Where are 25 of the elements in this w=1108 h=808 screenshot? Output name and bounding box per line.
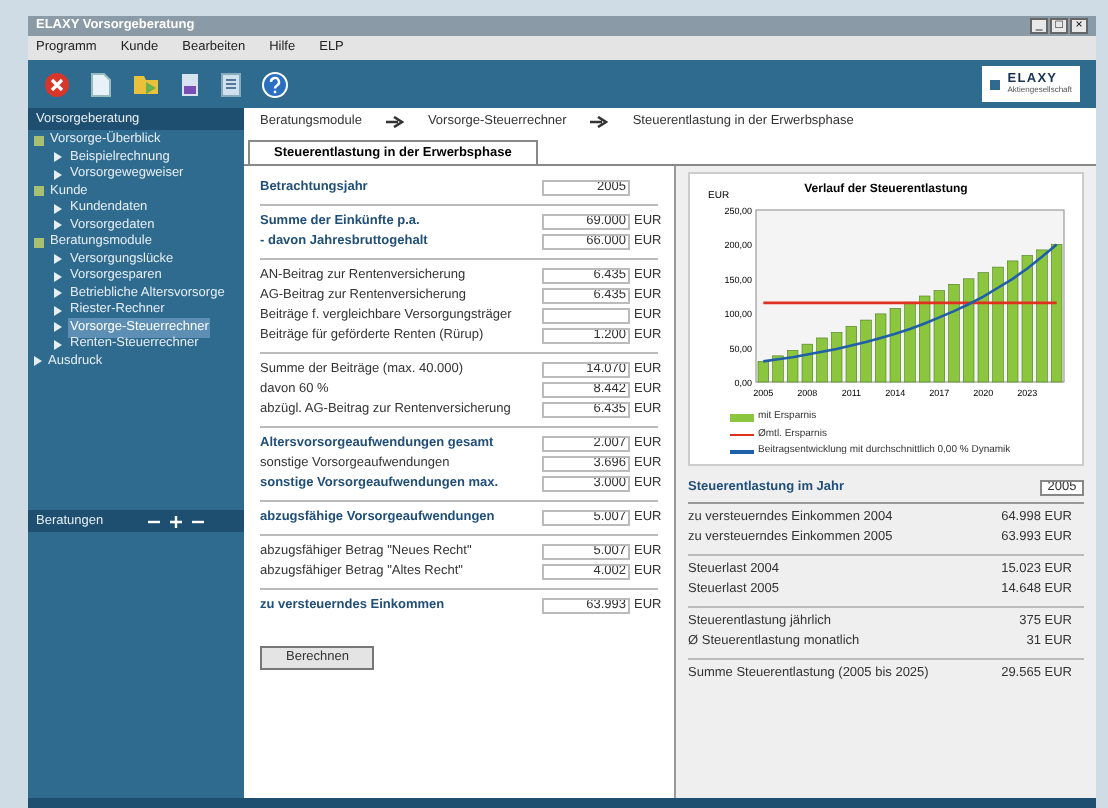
folder-icon[interactable] [132, 72, 160, 96]
help-icon[interactable] [262, 71, 288, 97]
chart-bar [1051, 244, 1063, 383]
chart-bar [757, 361, 769, 383]
arrow-icon [34, 356, 42, 367]
chart-bar [904, 301, 916, 383]
expander-icon[interactable] [34, 237, 44, 248]
chart-bar [860, 319, 872, 383]
minus-icon[interactable] [148, 515, 160, 527]
expander-icon[interactable] [34, 135, 44, 146]
arrow-icon [385, 116, 404, 128]
expander-icon[interactable] [34, 186, 44, 197]
plus-icon[interactable] [170, 515, 182, 527]
input-field[interactable] [542, 308, 630, 324]
chart-bar [816, 337, 828, 383]
page-icon[interactable] [220, 71, 242, 97]
save-icon[interactable] [180, 71, 200, 97]
chart-bar [1036, 249, 1048, 383]
close-icon[interactable] [44, 71, 70, 97]
chart-bar [772, 355, 784, 383]
arrow-icon [590, 116, 609, 128]
document-icon[interactable] [90, 71, 112, 97]
minus-icon[interactable] [192, 515, 204, 527]
chart-bar [948, 284, 960, 383]
chart-bar [992, 266, 1004, 383]
